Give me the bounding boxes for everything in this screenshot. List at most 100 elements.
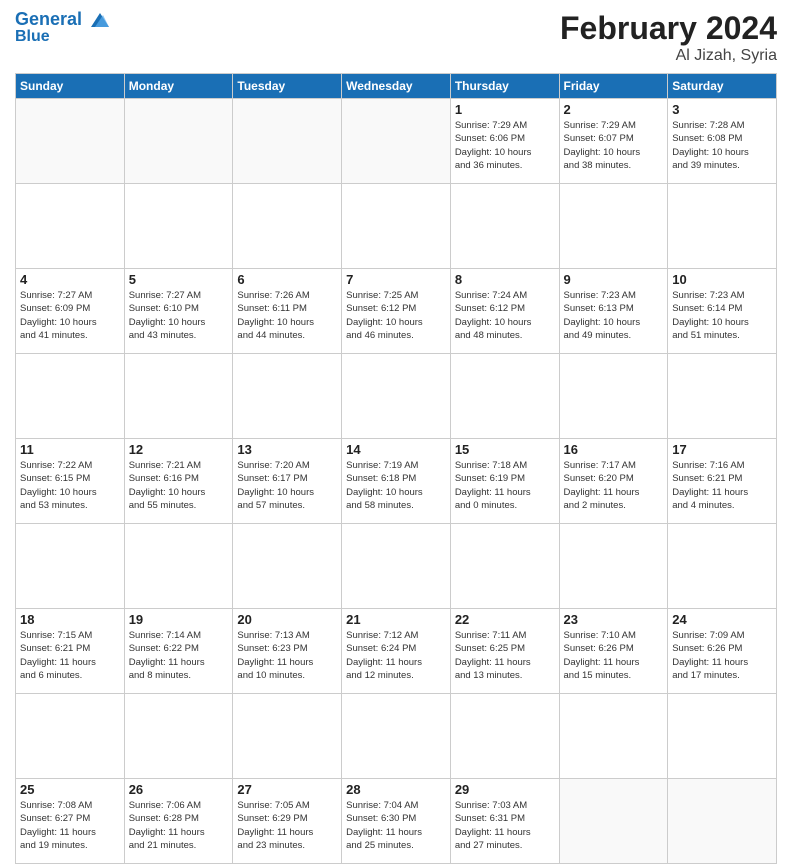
day-detail: Sunrise: 7:20 AM Sunset: 6:17 PM Dayligh… (237, 459, 337, 512)
row-separator (16, 694, 777, 779)
weekday-thursday: Thursday (450, 74, 559, 99)
day-cell: 7Sunrise: 7:25 AM Sunset: 6:12 PM Daylig… (342, 269, 451, 354)
day-number: 2 (564, 102, 664, 117)
day-cell: 21 Sunrise: 7:12 AM Sunset: 6:24 PM Dayli… (342, 609, 451, 694)
day-detail: Sunrise: 7:05 AM Sunset: 6:29 PM Dayligh… (237, 799, 337, 852)
weekday-header: SundayMondayTuesdayWednesdayThursdayFrid… (16, 74, 777, 99)
day-detail: Sunrise: 7:12 AM Sunset: 6:24 PM Dayligh… (346, 629, 446, 682)
day-cell: 18Sunrise: 7:15 AM Sunset: 6:21 PM Dayli… (16, 609, 125, 694)
row-separator (16, 354, 777, 439)
logo-general: General (15, 9, 82, 29)
logo: General Blue (15, 10, 111, 45)
day-detail: Sunrise: 7:06 AM Sunset: 6:28 PM Dayligh… (129, 799, 229, 852)
day-number: 8 (455, 272, 555, 287)
day-detail: Sunrise: 7:09 AM Sunset: 6:26 PM Dayligh… (672, 629, 772, 682)
day-number: 17 (672, 442, 772, 457)
sub-title: Al Jizah, Syria (560, 47, 777, 65)
day-detail: Sunrise: 7:29 AM Sunset: 6:06 PM Dayligh… (455, 119, 555, 172)
day-cell (559, 779, 668, 864)
day-detail: Sunrise: 7:21 AM Sunset: 6:16 PM Dayligh… (129, 459, 229, 512)
logo-blue: Blue (15, 28, 111, 46)
calendar-body: 1 Sunrise: 7:29 AM Sunset: 6:06 PM Daylig… (16, 99, 777, 864)
day-detail: Sunrise: 7:03 AM Sunset: 6:31 PM Dayligh… (455, 799, 555, 852)
day-detail: Sunrise: 7:27 AM Sunset: 6:10 PM Dayligh… (129, 289, 229, 342)
day-number: 4 (20, 272, 120, 287)
day-cell: 16Sunrise: 7:17 AM Sunset: 6:20 PM Dayli… (559, 439, 668, 524)
day-number: 21 (346, 612, 446, 627)
day-number: 20 (237, 612, 337, 627)
day-cell (668, 779, 777, 864)
week-row-1: 1 Sunrise: 7:29 AM Sunset: 6:06 PM Daylig… (16, 99, 777, 184)
weekday-monday: Monday (124, 74, 233, 99)
day-detail: Sunrise: 7:29 AM Sunset: 6:07 PM Dayligh… (564, 119, 664, 172)
row-separator (16, 184, 777, 269)
day-number: 28 (346, 782, 446, 797)
day-cell: 5 Sunrise: 7:27 AM Sunset: 6:10 PM Daylig… (124, 269, 233, 354)
day-number: 16 (564, 442, 664, 457)
day-detail: Sunrise: 7:16 AM Sunset: 6:21 PM Dayligh… (672, 459, 772, 512)
day-cell: 29 Sunrise: 7:03 AM Sunset: 6:31 PM Dayli… (450, 779, 559, 864)
day-number: 12 (129, 442, 229, 457)
calendar: SundayMondayTuesdayWednesdayThursdayFrid… (15, 73, 777, 864)
main-title: February 2024 (560, 10, 777, 47)
header: General Blue February 2024 Al Jizah, Syr… (15, 10, 777, 65)
day-cell: 28 Sunrise: 7:04 AM Sunset: 6:30 PM Dayli… (342, 779, 451, 864)
weekday-saturday: Saturday (668, 74, 777, 99)
page: General Blue February 2024 Al Jizah, Syr… (0, 0, 792, 612)
day-cell: 14Sunrise: 7:19 AM Sunset: 6:18 PM Dayli… (342, 439, 451, 524)
day-detail: Sunrise: 7:28 AM Sunset: 6:08 PM Dayligh… (672, 119, 772, 172)
day-number: 11 (20, 442, 120, 457)
day-cell: 6Sunrise: 7:26 AM Sunset: 6:11 PM Daylig… (233, 269, 342, 354)
day-detail: Sunrise: 7:13 AM Sunset: 6:23 PM Dayligh… (237, 629, 337, 682)
day-cell: 17 Sunrise: 7:16 AM Sunset: 6:21 PM Dayli… (668, 439, 777, 524)
day-number: 10 (672, 272, 772, 287)
day-cell: 1 Sunrise: 7:29 AM Sunset: 6:06 PM Daylig… (450, 99, 559, 184)
logo-icon (89, 11, 111, 29)
day-number: 29 (455, 782, 555, 797)
weekday-sunday: Sunday (16, 74, 125, 99)
day-detail: Sunrise: 7:25 AM Sunset: 6:12 PM Dayligh… (346, 289, 446, 342)
day-detail: Sunrise: 7:26 AM Sunset: 6:11 PM Dayligh… (237, 289, 337, 342)
day-detail: Sunrise: 7:11 AM Sunset: 6:25 PM Dayligh… (455, 629, 555, 682)
day-detail: Sunrise: 7:14 AM Sunset: 6:22 PM Dayligh… (129, 629, 229, 682)
title-block: February 2024 Al Jizah, Syria (560, 10, 777, 65)
day-cell: 24Sunrise: 7:09 AM Sunset: 6:26 PM Dayli… (668, 609, 777, 694)
day-cell: 15 Sunrise: 7:18 AM Sunset: 6:19 PM Dayli… (450, 439, 559, 524)
day-cell: 8 Sunrise: 7:24 AM Sunset: 6:12 PM Daylig… (450, 269, 559, 354)
day-cell: 20 Sunrise: 7:13 AM Sunset: 6:23 PM Dayli… (233, 609, 342, 694)
day-number: 27 (237, 782, 337, 797)
day-detail: Sunrise: 7:24 AM Sunset: 6:12 PM Dayligh… (455, 289, 555, 342)
weekday-friday: Friday (559, 74, 668, 99)
day-number: 23 (564, 612, 664, 627)
day-detail: Sunrise: 7:22 AM Sunset: 6:15 PM Dayligh… (20, 459, 120, 512)
day-number: 1 (455, 102, 555, 117)
day-cell (342, 99, 451, 184)
day-detail: Sunrise: 7:23 AM Sunset: 6:14 PM Dayligh… (672, 289, 772, 342)
day-detail: Sunrise: 7:23 AM Sunset: 6:13 PM Dayligh… (564, 289, 664, 342)
day-cell: 22 Sunrise: 7:11 AM Sunset: 6:25 PM Dayli… (450, 609, 559, 694)
logo-text: General (15, 10, 111, 30)
day-number: 25 (20, 782, 120, 797)
day-cell: 19Sunrise: 7:14 AM Sunset: 6:22 PM Dayli… (124, 609, 233, 694)
day-detail: Sunrise: 7:04 AM Sunset: 6:30 PM Dayligh… (346, 799, 446, 852)
day-number: 18 (20, 612, 120, 627)
row-separator (16, 524, 777, 609)
day-detail: Sunrise: 7:18 AM Sunset: 6:19 PM Dayligh… (455, 459, 555, 512)
week-row-4: 18Sunrise: 7:15 AM Sunset: 6:21 PM Dayli… (16, 609, 777, 694)
day-cell (124, 99, 233, 184)
day-cell: 10 Sunrise: 7:23 AM Sunset: 6:14 PM Dayli… (668, 269, 777, 354)
weekday-tuesday: Tuesday (233, 74, 342, 99)
day-cell (16, 99, 125, 184)
day-cell: 26Sunrise: 7:06 AM Sunset: 6:28 PM Dayli… (124, 779, 233, 864)
day-number: 9 (564, 272, 664, 287)
day-cell: 9 Sunrise: 7:23 AM Sunset: 6:13 PM Daylig… (559, 269, 668, 354)
day-cell: 12 Sunrise: 7:21 AM Sunset: 6:16 PM Dayli… (124, 439, 233, 524)
day-cell: 4 Sunrise: 7:27 AM Sunset: 6:09 PM Daylig… (16, 269, 125, 354)
day-number: 15 (455, 442, 555, 457)
day-detail: Sunrise: 7:27 AM Sunset: 6:09 PM Dayligh… (20, 289, 120, 342)
day-number: 3 (672, 102, 772, 117)
day-cell: 25 Sunrise: 7:08 AM Sunset: 6:27 PM Dayli… (16, 779, 125, 864)
day-detail: Sunrise: 7:08 AM Sunset: 6:27 PM Dayligh… (20, 799, 120, 852)
day-number: 22 (455, 612, 555, 627)
day-number: 5 (129, 272, 229, 287)
